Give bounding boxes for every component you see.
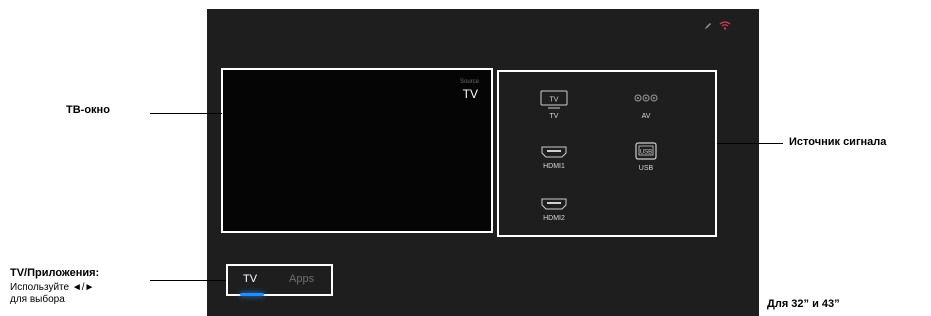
callout-line-source xyxy=(717,143,783,144)
callout-source: Источник сигнала xyxy=(789,136,887,148)
source-label: HDMI2 xyxy=(543,215,565,222)
source-label: HDMI1 xyxy=(543,163,565,170)
callout-tabs-title: TV/Приложения: xyxy=(10,267,100,279)
tv-icon: TV xyxy=(540,90,568,109)
callout-tabs-help-line2: для выбора xyxy=(10,294,65,305)
source-label: TV xyxy=(549,113,559,120)
source-caption: Source xyxy=(459,79,479,85)
source-panel: TV TV AV HDMI1 USB USB HDMI2 xyxy=(497,70,717,237)
current-source: TV xyxy=(462,87,478,101)
tab-tv[interactable]: TV xyxy=(243,273,257,285)
source-item-av[interactable]: AV xyxy=(611,90,681,120)
source-item-hdmi2[interactable]: HDMI2 xyxy=(519,196,589,222)
source-label: AV xyxy=(641,113,651,120)
tv-icon-text: TV xyxy=(550,97,559,104)
tv-apps-tabs: TV Apps xyxy=(226,264,333,296)
callout-line-tabs xyxy=(150,280,226,281)
network-icon xyxy=(719,21,731,30)
source-item-hdmi1[interactable]: HDMI1 xyxy=(519,144,589,170)
hdmi-icon xyxy=(541,146,567,158)
tv-screen: Source TV TV TV AV HDMI1 USB USB HDMI2 T… xyxy=(207,9,759,316)
source-item-usb[interactable]: USB USB xyxy=(611,142,681,172)
av-jacks-icon xyxy=(634,94,658,102)
pencil-icon xyxy=(705,23,711,29)
usb-icon-text: USB xyxy=(640,150,652,156)
status-icons xyxy=(703,21,731,31)
model-note: Для 32” и 43” xyxy=(767,298,840,310)
tv-preview-window[interactable]: Source TV xyxy=(221,68,493,233)
tab-apps[interactable]: Apps xyxy=(289,273,314,285)
callout-tv-window: ТВ-окно xyxy=(66,104,110,116)
hdmi-icon xyxy=(541,198,567,210)
active-tab-indicator xyxy=(240,293,264,296)
callout-tabs-help-line1: Используйте ◄/► xyxy=(10,282,95,293)
callout-line-tv-window xyxy=(150,113,222,114)
usb-icon: USB xyxy=(635,142,657,160)
source-item-tv[interactable]: TV TV xyxy=(519,90,589,120)
source-label: USB xyxy=(638,165,654,172)
